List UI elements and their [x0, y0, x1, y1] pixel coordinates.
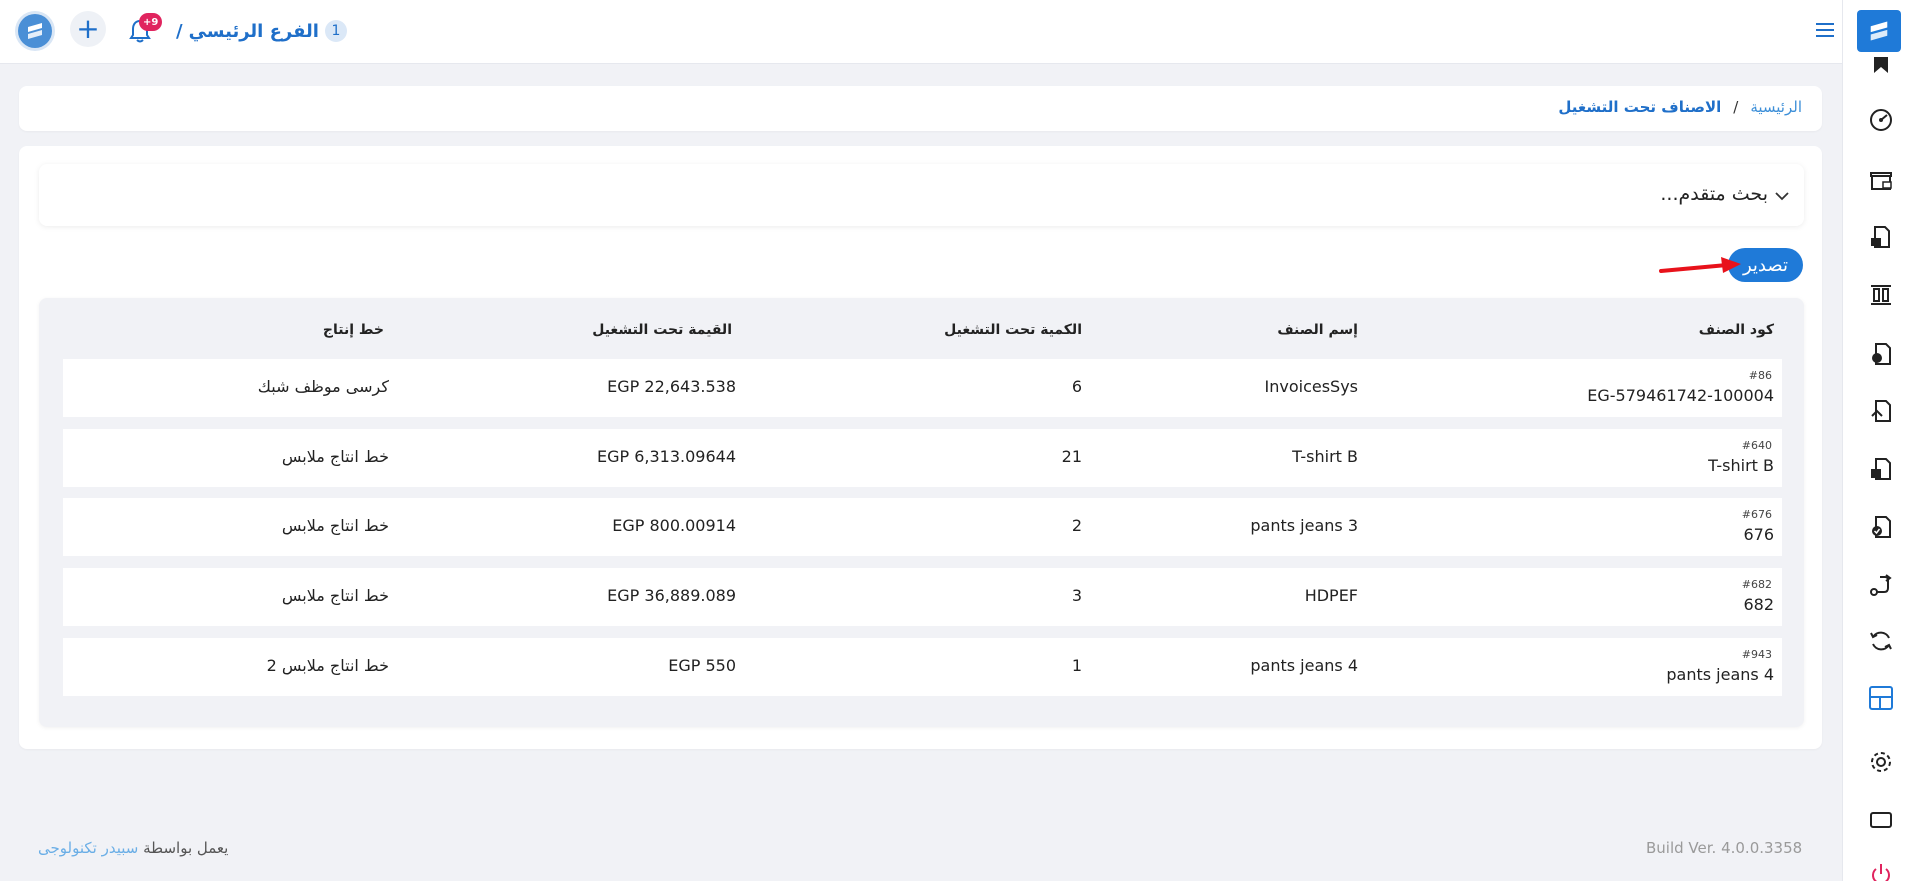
briefcase-document-icon[interactable] — [1867, 223, 1895, 251]
chevron-down-icon — [1775, 192, 1789, 201]
header-line: خط إنتاج — [322, 322, 384, 338]
breadcrumb-current: الاصناف تحت التشغيل — [1558, 98, 1722, 116]
row-quantity: 3 — [1071, 586, 1082, 605]
footer-powered-by: يعمل بواسطة سبيدر تكنولوجى — [38, 839, 228, 857]
breadcrumb: الرئيسية / الاصناف تحت التشغيل — [1558, 98, 1802, 116]
row-value: EGP 550 — [668, 656, 736, 675]
store-icon[interactable] — [1867, 166, 1895, 194]
row-id: #640 — [1741, 439, 1772, 452]
table-header: كود الصنف إسم الصنف الكمية تحت التشغيل ا… — [63, 318, 1782, 348]
items-table: كود الصنف إسم الصنف الكمية تحت التشغيل ا… — [39, 298, 1804, 727]
route-icon[interactable] — [1867, 571, 1895, 599]
document-box-icon[interactable] — [1867, 455, 1895, 483]
header-quantity: الكمية تحت التشغيل — [944, 322, 1082, 338]
row-quantity: 1 — [1071, 656, 1082, 675]
advanced-search-label: بحث متقدم... — [1660, 183, 1768, 205]
row-quantity: 2 — [1071, 516, 1082, 535]
row-name: HDPEF — [1304, 586, 1358, 605]
footer-powered-prefix: يعمل بواسطة — [143, 839, 229, 857]
row-line: كرسى موظف شبك — [257, 377, 389, 396]
row-id: #943 — [1741, 648, 1772, 661]
row-code: 682 — [1743, 595, 1774, 614]
table-row[interactable]: #943 pants jeans 4 pants jeans 4 1 EGP 5… — [63, 638, 1782, 696]
row-line: خط انتاج ملابس 2 — [266, 656, 389, 675]
row-name: pants jeans 3 — [1250, 516, 1358, 535]
row-value: EGP 36,889.089 — [607, 586, 736, 605]
document-upload-icon[interactable] — [1867, 397, 1895, 425]
row-value: EGP 22,643.538 — [607, 377, 736, 396]
header-value: القيمة تحت التشغيل — [592, 322, 732, 338]
main-card: بحث متقدم... تصدير كود الصنف إسم الصنف ا… — [19, 146, 1822, 749]
document-refresh-icon[interactable] — [1867, 340, 1895, 368]
power-icon[interactable] — [1867, 860, 1895, 881]
columns-icon[interactable] — [1867, 281, 1895, 309]
sync-icon[interactable] — [1867, 627, 1895, 655]
layout-icon[interactable] — [1867, 684, 1895, 712]
row-code: T-shirt B — [1708, 456, 1774, 475]
app-logo-icon[interactable] — [18, 14, 52, 48]
row-name: T-shirt B — [1292, 447, 1358, 466]
row-line: خط انتاج ملابس — [281, 447, 389, 466]
row-id: #682 — [1741, 578, 1772, 591]
row-code: 676 — [1743, 525, 1774, 544]
monitor-icon[interactable] — [1867, 806, 1895, 834]
breadcrumb-card: الرئيسية / الاصناف تحت التشغيل — [19, 86, 1822, 131]
row-quantity: 21 — [1061, 447, 1082, 466]
bookmark-icon[interactable] — [1867, 56, 1895, 76]
table-row[interactable]: #640 T-shirt B T-shirt B 21 EGP 6,313.09… — [63, 429, 1782, 487]
row-name: pants jeans 4 — [1250, 656, 1358, 675]
menu-icon[interactable] — [1814, 20, 1836, 40]
row-name: InvoicesSys — [1264, 377, 1359, 396]
document-check-icon[interactable] — [1867, 513, 1895, 541]
header-code: كود الصنف — [1698, 322, 1774, 338]
breadcrumb-separator: / — [1733, 98, 1739, 116]
row-code: EG-579461742-100004 — [1587, 386, 1774, 405]
speedometer-icon[interactable] — [1867, 106, 1895, 134]
row-line: خط انتاج ملابس — [281, 586, 389, 605]
branch-separator: / — [176, 20, 183, 42]
annotation-arrow-icon — [1659, 257, 1741, 273]
row-id: #676 — [1741, 508, 1772, 521]
row-id: #86 — [1748, 369, 1772, 382]
notification-badge: +9 — [139, 13, 163, 31]
branch-selector[interactable]: 1 الفرع الرئيسي / — [176, 16, 347, 46]
header-name: إسم الصنف — [1277, 322, 1358, 338]
table-row[interactable]: #682 682 HDPEF 3 EGP 36,889.089 خط انتاج… — [63, 568, 1782, 626]
table-row[interactable]: #86 EG-579461742-100004 InvoicesSys 6 EG… — [63, 359, 1782, 417]
row-value: EGP 6,313.09644 — [596, 447, 736, 466]
branch-number: 1 — [324, 20, 347, 42]
sidebar-logo-icon[interactable] — [1857, 10, 1901, 52]
footer-brand-link[interactable]: سبيدر تكنولوجى — [38, 839, 138, 857]
add-button[interactable]: + — [70, 11, 106, 47]
table-row[interactable]: #676 676 pants jeans 3 2 EGP 800.00914 خ… — [63, 498, 1782, 556]
row-value: EGP 800.00914 — [612, 516, 736, 535]
gear-icon[interactable] — [1867, 748, 1895, 776]
row-quantity: 6 — [1071, 377, 1082, 396]
row-line: خط انتاج ملابس — [281, 516, 389, 535]
branch-name: الفرع الرئيسي — [188, 20, 319, 42]
advanced-search-panel[interactable]: بحث متقدم... — [39, 164, 1804, 226]
breadcrumb-home-link[interactable]: الرئيسية — [1750, 98, 1802, 116]
footer-build-version: Build Ver. 4.0.0.3358 — [1646, 839, 1803, 857]
plus-icon: + — [76, 12, 100, 45]
top-bar: + +9 1 الفرع الرئيسي / — [0, 0, 1842, 64]
sidebar — [1842, 0, 1918, 881]
row-code: pants jeans 4 — [1666, 665, 1774, 684]
